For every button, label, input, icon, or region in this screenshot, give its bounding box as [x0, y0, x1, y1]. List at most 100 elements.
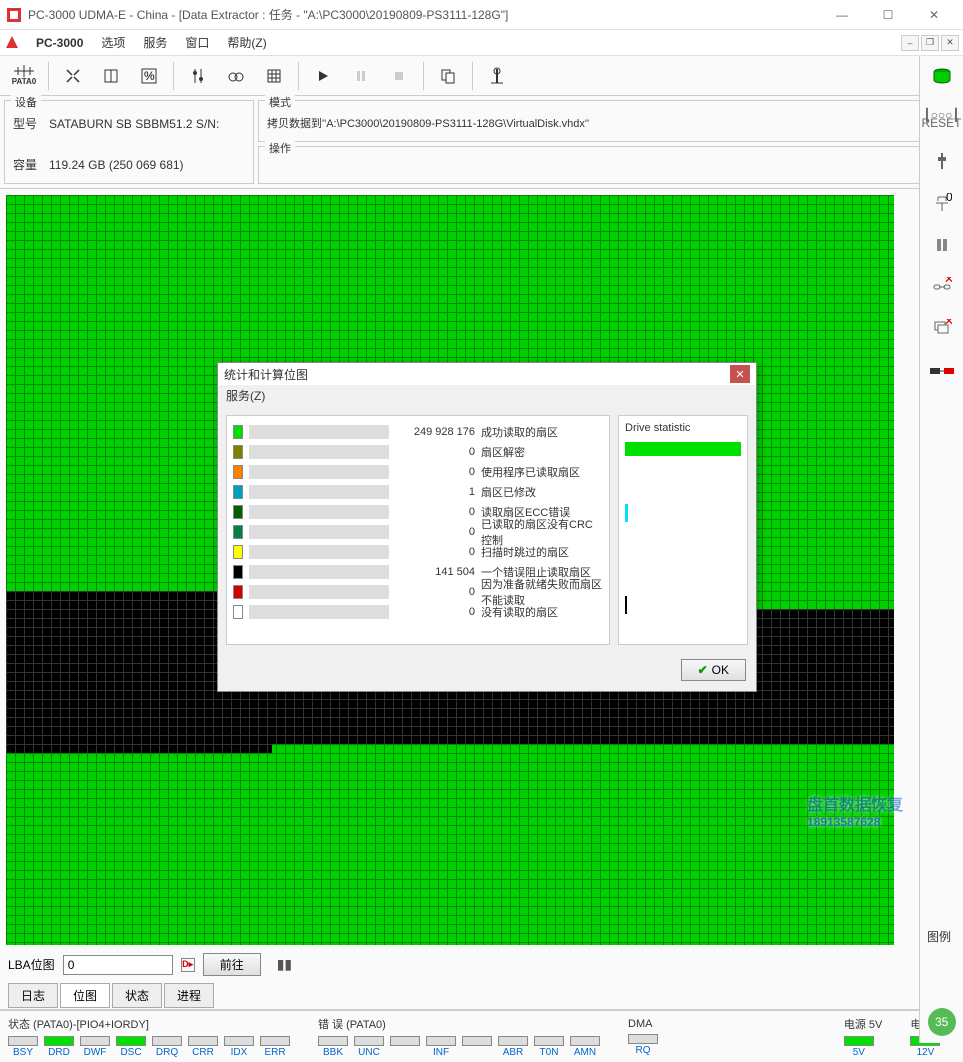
lba-input[interactable] [63, 955, 173, 975]
grid-icon [265, 67, 283, 85]
goto-button[interactable]: 前往 [203, 953, 261, 976]
indicator-label: DRD [48, 1047, 70, 1058]
stat-swatch [233, 585, 243, 599]
params-button[interactable] [180, 59, 216, 93]
passport-button[interactable] [93, 59, 129, 93]
stop-icon [392, 69, 406, 83]
stat-value: 0 [395, 466, 475, 478]
stat-value: 0 [395, 526, 475, 538]
menubar: PC-3000 选项 服务 窗口 帮助(Z) – ❐ ✕ [0, 30, 963, 56]
indicator-led [498, 1036, 528, 1046]
window-close-button[interactable]: ✕ [911, 1, 957, 29]
pause-button[interactable] [343, 59, 379, 93]
svg-text:✕: ✕ [944, 277, 952, 286]
tools-button[interactable] [55, 59, 91, 93]
stat-label: 扇区已修改 [481, 484, 603, 500]
indicator-led [570, 1036, 600, 1046]
indicator: RQ [628, 1034, 658, 1056]
indicator-label: DWF [84, 1047, 107, 1058]
copy-button[interactable] [430, 59, 466, 93]
svg-text:0: 0 [946, 193, 952, 204]
mode-legend: 模式 [265, 94, 295, 110]
stat-row: 0 没有读取的扇区 [233, 602, 603, 622]
sidebar-tool1-icon[interactable] [927, 146, 957, 176]
lba-row: LBA位图 D▸ 前往 ▮▮ [0, 949, 963, 980]
indicator-label: DSC [120, 1047, 141, 1058]
legend-button[interactable]: 图例 [927, 928, 951, 945]
tools-icon [64, 67, 82, 85]
tab-log[interactable]: 日志 [8, 983, 58, 1008]
pause-indicator-icon: ▮▮ [277, 956, 292, 973]
drive-statistic-panel: Drive statistic [618, 415, 748, 645]
device-model: SATABURN SB SBBM51.2 S/N: [49, 117, 219, 131]
mdi-minimize-button[interactable]: – [901, 35, 919, 51]
sidebar-badge-icon[interactable]: 35 [927, 1007, 957, 1037]
percent-button[interactable]: % [131, 59, 167, 93]
statistics-dialog: 统计和计算位图 ✕ 服务(Z) 249 928 176 成功读取的扇区 0 扇区… [217, 362, 757, 692]
tab-status[interactable]: 状态 [112, 983, 162, 1008]
sidebar-layers-icon[interactable]: ✕ [927, 314, 957, 344]
play-button[interactable] [305, 59, 341, 93]
stat-swatch [233, 525, 243, 539]
sidebar-tool2-icon[interactable]: 0 [927, 188, 957, 218]
statusbar: 状态 (PATA0)-[PIO4+IORDY] BSYDRDDWFDSCDRQC… [0, 1010, 963, 1062]
right-sidebar: ┃○○○┃RESET 0 ✕ ✕ 35 [919, 56, 963, 1043]
stat-swatch [233, 465, 243, 479]
menu-help[interactable]: 帮助(Z) [219, 31, 274, 54]
menu-window[interactable]: 窗口 [177, 31, 217, 54]
window-maximize-button[interactable]: ☐ [865, 1, 911, 29]
stat-bar [249, 605, 389, 619]
device-fieldset: 设备 型号SATABURN SB SBBM51.2 S/N: 容量119.24 … [4, 100, 254, 184]
menu-options[interactable]: 选项 [93, 31, 133, 54]
tab-process[interactable]: 进程 [164, 983, 214, 1008]
indicator: T0N [534, 1036, 564, 1058]
indicator-label: 5V [853, 1047, 865, 1058]
ok-button[interactable]: ✔OK [681, 659, 746, 681]
sidebar-chain-icon[interactable]: ✕ [927, 272, 957, 302]
stat-value: 141 504 [395, 566, 475, 578]
menu-app[interactable]: PC-3000 [28, 33, 91, 53]
sidebar-reset-button[interactable]: ┃○○○┃RESET [927, 104, 957, 134]
dialog-close-button[interactable]: ✕ [730, 365, 750, 383]
indicator: DRQ [152, 1036, 182, 1058]
stat-row: 0 已读取的扇区没有CRC控制 [233, 522, 603, 542]
indicator-led [8, 1036, 38, 1046]
window-minimize-button[interactable]: — [819, 1, 865, 29]
indicator [462, 1036, 492, 1058]
stat-swatch [233, 485, 243, 499]
mdi-restore-button[interactable]: ❐ [921, 35, 939, 51]
sidebar-drive-icon[interactable] [927, 62, 957, 92]
stat-bar [249, 505, 389, 519]
indicator: AMN [570, 1036, 600, 1058]
mdi-close-button[interactable]: ✕ [941, 35, 959, 51]
stat-row: 0 扫描时跳过的扇区 [233, 542, 603, 562]
lba-marker-icon[interactable]: D▸ [181, 958, 195, 972]
tab-bitmap[interactable]: 位图 [60, 983, 110, 1008]
svg-text:35: 35 [935, 1015, 949, 1029]
sidebar-connect-icon[interactable] [927, 356, 957, 386]
stop-button[interactable] [381, 59, 417, 93]
svg-text:✕: ✕ [944, 319, 952, 328]
sidebar-pause-icon[interactable] [927, 230, 957, 260]
statistics-list: 249 928 176 成功读取的扇区 0 扇区解密 0 使用程序已读取扇区 1… [226, 415, 610, 645]
copy-icon [439, 67, 457, 85]
stat-row: 0 扇区解密 [233, 442, 603, 462]
stat-swatch [233, 505, 243, 519]
device-capacity: 119.24 GB (250 069 681) [49, 158, 184, 172]
stat-label: 扇区解密 [481, 444, 603, 460]
indicator-led [188, 1036, 218, 1046]
explorer-button[interactable] [479, 59, 515, 93]
stat-bar [249, 525, 389, 539]
explorer-icon [488, 67, 506, 85]
indicator-led [844, 1036, 874, 1046]
indicator: UNC [354, 1036, 384, 1058]
stat-row: 1 扇区已修改 [233, 482, 603, 502]
port-button[interactable]: PATA0 [6, 59, 42, 93]
search-button[interactable] [218, 59, 254, 93]
dialog-menu-service[interactable]: 服务(Z) [218, 385, 756, 407]
params-icon [189, 67, 207, 85]
menu-service[interactable]: 服务 [135, 31, 175, 54]
map-button[interactable] [256, 59, 292, 93]
indicator: CRR [188, 1036, 218, 1058]
stat-value: 0 [395, 446, 475, 458]
